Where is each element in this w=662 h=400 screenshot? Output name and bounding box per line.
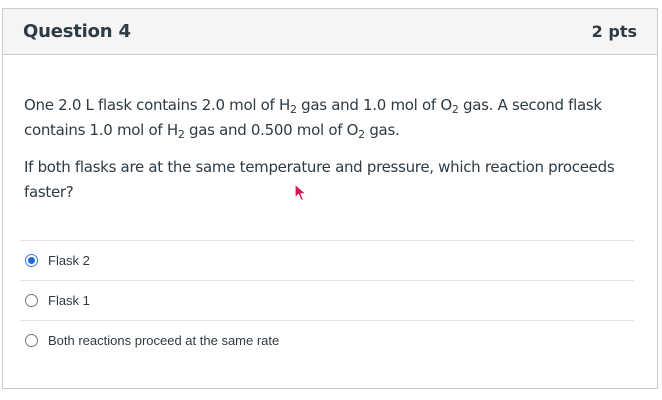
answer-list: Flask 2 Flask 1 Both reactions proceed a… — [20, 240, 634, 360]
question-header: Question 4 2 pts — [3, 9, 657, 55]
answer-label: Flask 1 — [48, 293, 90, 308]
question-body: One 2.0 L flask contains 2.0 mol of H2 g… — [3, 55, 657, 205]
radio-button-selected[interactable] — [25, 254, 38, 267]
question-text-1: One 2.0 L flask contains 2.0 mol of H2 g… — [24, 96, 602, 141]
answer-label: Flask 2 — [48, 253, 90, 268]
answer-label: Both reactions proceed at the same rate — [48, 333, 280, 348]
mouse-cursor-icon — [294, 183, 307, 202]
answer-option-flask-1[interactable]: Flask 1 — [20, 280, 634, 320]
answer-option-same-rate[interactable]: Both reactions proceed at the same rate — [20, 320, 634, 360]
question-title: Question 4 — [23, 21, 131, 42]
radio-button[interactable] — [25, 294, 38, 307]
question-points: 2 pts — [591, 22, 637, 41]
radio-button[interactable] — [25, 334, 38, 347]
question-text-2: If both flasks are at the same temperatu… — [24, 158, 615, 201]
answer-option-flask-2[interactable]: Flask 2 — [20, 240, 634, 280]
